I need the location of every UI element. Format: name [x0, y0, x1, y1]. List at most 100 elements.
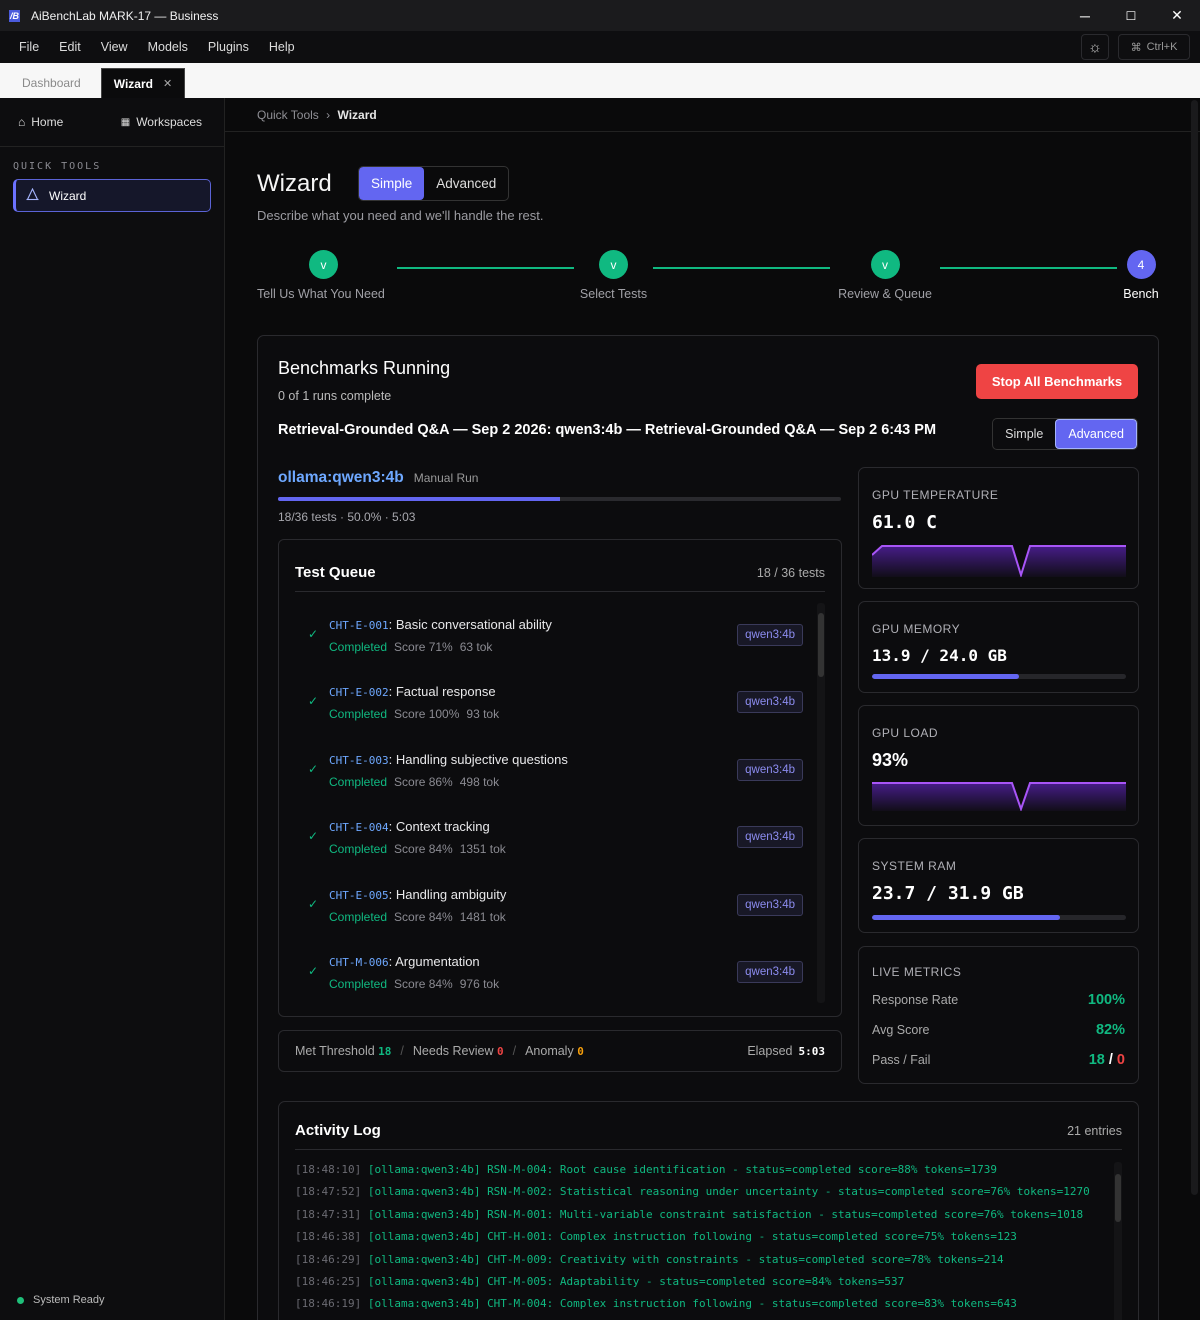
log-line: [18:47:31] [ollama:qwen3:4b] RSN-M-001: … — [295, 1208, 1095, 1230]
bench-title: Benchmarks Running — [278, 358, 451, 378]
step-3[interactable]: v Review & Queue — [835, 250, 935, 301]
stop-all-button[interactable]: Stop All Benchmarks — [976, 364, 1138, 399]
queue-item[interactable]: ✓ CHT-E-004: Context tracking Completed Sco… — [295, 807, 803, 874]
step-label: Bench — [1123, 287, 1159, 301]
home-label: Home — [31, 115, 64, 129]
avg-score-label: Avg Score — [872, 1023, 930, 1037]
pass-fail-sep: / — [1104, 1052, 1117, 1068]
menu-bar: File Edit View Models Plugins Help ☼ ⌘ C… — [0, 31, 1200, 63]
mode-simple-button[interactable]: Simple — [359, 167, 425, 200]
status-dot-icon — [17, 1296, 24, 1304]
view-toggle: Simple Advanced — [992, 418, 1138, 450]
queue-scrollbar[interactable] — [817, 603, 825, 1003]
avg-score-row: Avg Score 82% — [872, 1022, 1125, 1038]
sidebar-item-wizard[interactable]: Wizard — [13, 179, 211, 212]
test-tokens: 93 tok — [466, 707, 500, 722]
metric-value: 23.7 / 31.9 GB — [872, 883, 1024, 904]
benchmarks-card: Benchmarks Running 0 of 1 runs complete … — [257, 335, 1159, 1320]
status-text: System Ready — [33, 1294, 105, 1306]
gpu-memory-fill — [872, 674, 1020, 679]
check-icon: ✓ — [308, 829, 319, 844]
log-line: [18:46:25] [ollama:qwen3:4b] CHT-M-005: … — [295, 1275, 1095, 1297]
maximize-button[interactable]: ☐ — [1108, 0, 1154, 31]
log-message: [ollama:qwen3:4b] CHT-H-001: Complex ins… — [361, 1230, 1017, 1244]
metric-value: 93% — [872, 750, 909, 770]
anomaly-value: 0 — [577, 1044, 584, 1058]
sidebar-workspaces-link[interactable]: ▦ Workspaces — [121, 115, 202, 129]
metric-label: LIVE METRICS — [872, 965, 962, 979]
menu-plugins[interactable]: Plugins — [198, 40, 259, 54]
step-1[interactable]: v Tell Us What You Need — [257, 250, 391, 301]
queue-item-meta: Completed Score 84% 976 tok — [329, 977, 499, 991]
metric-label: GPU LOAD — [872, 726, 939, 740]
fail-value: 0 — [1116, 1052, 1125, 1068]
gpu-memory-bar — [872, 674, 1126, 679]
log-scrollbar[interactable] — [1114, 1162, 1122, 1320]
system-ram-fill — [872, 915, 1060, 920]
avg-score-value: 82% — [1095, 1022, 1125, 1038]
close-tab-icon[interactable]: ✕ — [163, 77, 172, 90]
breadcrumb-parent[interactable]: Quick Tools — [257, 108, 319, 122]
metric-value: 13.9 / 24.0 GB — [872, 646, 1007, 665]
step-check-icon: v — [599, 250, 628, 279]
run-kind: Manual Run — [413, 471, 479, 485]
queue-item[interactable]: ✓ CHT-E-005: Handling ambiguity Completed S… — [295, 875, 803, 942]
check-icon: ✓ — [308, 761, 319, 776]
view-simple-button[interactable]: Simple — [993, 419, 1055, 449]
menu-edit[interactable]: Edit — [49, 40, 91, 54]
queue-item[interactable]: ✓ CHT-E-001: Basic conversational ability… — [295, 605, 803, 672]
gpu-memory-card: GPU MEMORY 13.9 / 24.0 GB — [858, 601, 1139, 693]
check-icon: ✓ — [308, 694, 319, 709]
test-code: CHT-E-004 — [329, 821, 389, 835]
check-icon: ✓ — [308, 627, 319, 641]
test-name: : Factual response — [388, 684, 496, 700]
log-timestamp: [18:47:31] — [295, 1207, 362, 1221]
tab-label: Wizard — [113, 76, 153, 91]
test-tokens: 498 tok — [459, 774, 500, 789]
model-badge: qwen3:4b — [737, 960, 803, 983]
menu-help[interactable]: Help — [259, 40, 305, 54]
tab-wizard[interactable]: Wizard ✕ — [100, 68, 186, 98]
tab-dashboard[interactable]: Dashboard — [2, 68, 101, 98]
test-code: CHT-E-002 — [329, 686, 389, 700]
menu-models[interactable]: Models — [138, 40, 198, 54]
step-label: Tell Us What You Need — [257, 287, 385, 301]
test-tokens: 1351 tok — [459, 842, 506, 857]
metric-value: 61.0 C — [872, 512, 938, 533]
view-advanced-button[interactable]: Advanced — [1055, 419, 1137, 449]
menu-view[interactable]: View — [91, 40, 138, 54]
app-logo-icon: /B — [9, 9, 20, 22]
page-title: Wizard — [257, 170, 332, 197]
sidebar-home-link[interactable]: ⌂ Home — [18, 115, 63, 129]
log-title: Activity Log — [295, 1122, 381, 1139]
theme-toggle-button[interactable]: ☼ — [1081, 34, 1109, 60]
log-line: [18:48:10] [ollama:qwen3:4b] RSN-M-004: … — [295, 1163, 1095, 1185]
queue-item[interactable]: ✓ CHT-M-006: Argumentation Completed Score … — [295, 942, 803, 1009]
test-name: : Handling subjective questions — [388, 751, 568, 767]
queue-item[interactable]: ✓ CHT-E-002: Factual response Completed Sco… — [295, 672, 803, 739]
system-ram-bar — [872, 915, 1126, 920]
queue-item[interactable]: ✓ CHT-E-003: Handling subjective question… — [295, 740, 803, 807]
model-badge: qwen3:4b — [737, 758, 803, 781]
page-scrollbar[interactable] — [1191, 100, 1198, 1195]
command-palette-button[interactable]: ⌘ Ctrl+K — [1118, 34, 1190, 60]
queue-item-title: CHT-E-004: Context tracking — [329, 819, 490, 834]
mode-advanced-button[interactable]: Advanced — [424, 167, 508, 200]
model-badge: qwen3:4b — [737, 624, 803, 646]
log-line: [18:46:19] [ollama:qwen3:4b] CHT-M-004: … — [295, 1297, 1095, 1319]
main-content: Quick Tools › Wizard Wizard Simple Advan… — [225, 98, 1200, 1320]
results-summary: Met Threshold 18 / Needs Review 0 / Anom… — [278, 1030, 842, 1072]
model-progress-fill — [278, 497, 560, 501]
log-message: [ollama:qwen3:4b] CHT-M-005: Adaptabilit… — [361, 1274, 905, 1288]
minimize-button[interactable]: ─ — [1062, 0, 1108, 31]
queue-item-meta: Completed Score 100% 93 tok — [329, 707, 499, 721]
menu-file[interactable]: File — [0, 40, 49, 54]
step-2[interactable]: v Select Tests — [579, 250, 648, 301]
grid-icon: ▦ — [120, 116, 131, 128]
close-window-button[interactable]: ✕ — [1154, 0, 1200, 31]
summary-sep: / — [400, 1044, 404, 1058]
step-4[interactable]: 4 Bench — [1121, 250, 1161, 301]
log-line: [18:47:52] [ollama:qwen3:4b] RSN-M-002: … — [295, 1185, 1095, 1207]
model-stats: 18/36 tests · 50.0% · 5:03 — [278, 510, 416, 524]
metric-label: GPU TEMPERATURE — [872, 488, 999, 502]
